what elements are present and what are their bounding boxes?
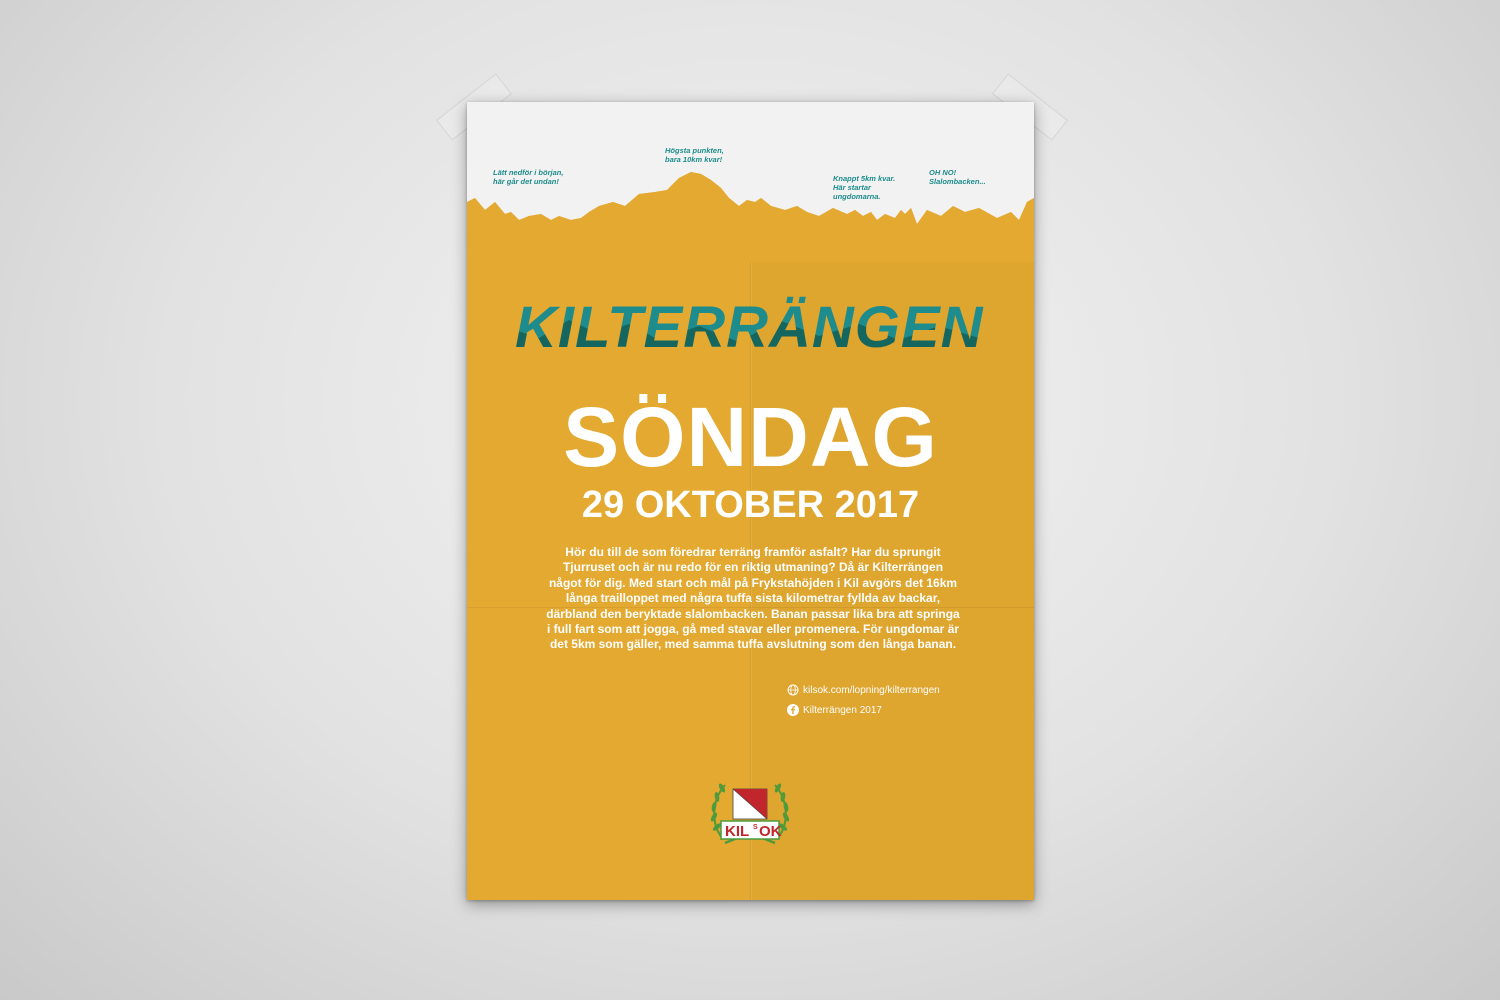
diagonal-flag-icon <box>732 788 768 820</box>
title-wordmark: KILTERRÄNGEN <box>515 295 984 360</box>
website-link[interactable]: kilsok.com/lopning/kilterrangen <box>803 685 940 696</box>
note-slalom: OH NO! Slalombacken... <box>929 168 986 186</box>
note-start: Lätt nedför i början, här går det undan! <box>493 168 564 186</box>
event-description: Hör du till de som föredrar terräng fram… <box>546 545 960 652</box>
facebook-page[interactable]: Kilterrängen 2017 <box>803 705 882 716</box>
event-date: 29 OKTOBER 2017 <box>581 484 920 526</box>
facebook-icon <box>787 704 799 717</box>
note-highest-point: Högsta punkten, bara 10km kvar! <box>665 146 724 164</box>
club-logo: KIL S OK <box>710 783 790 845</box>
note-5km-left: Knappt 5km kvar. Här startar ungdomarna. <box>833 174 896 201</box>
facebook-row: Kilterrängen 2017 <box>787 704 882 718</box>
logo-text-kil: KIL <box>725 823 749 840</box>
poster: Lätt nedför i början, här går det undan!… <box>467 102 1034 900</box>
logo-text-s: S <box>753 824 758 831</box>
website-row: kilsok.com/lopning/kilterrangen <box>787 684 940 698</box>
globe-icon <box>787 684 799 696</box>
logo-text-ok: OK <box>759 823 782 840</box>
event-day: SÖNDAG <box>563 390 938 484</box>
